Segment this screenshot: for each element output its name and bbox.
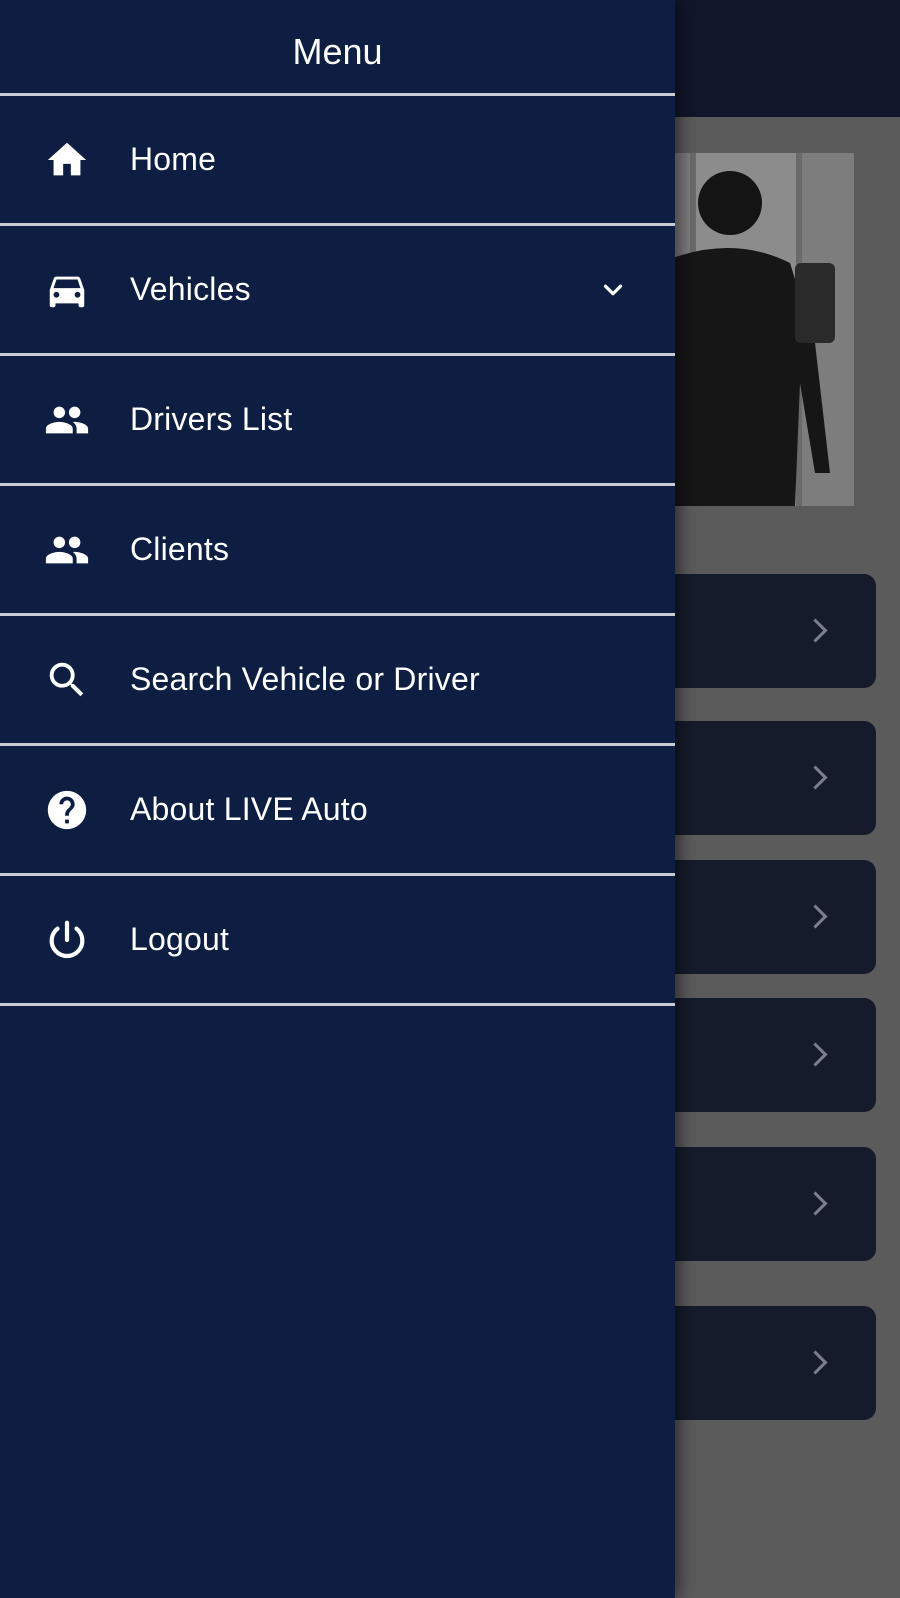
help-circle-icon (44, 787, 90, 833)
chevron-right-icon (803, 1350, 828, 1375)
home-icon (44, 137, 90, 183)
menu-item-label: About LIVE Auto (130, 791, 368, 827)
people-icon (44, 527, 90, 573)
screen: Menu Home Vehicles Drivers List Clients … (0, 0, 900, 1598)
menu-list: Home Vehicles Drivers List Clients Searc… (0, 96, 675, 1006)
menu-item-label: Drivers List (130, 401, 293, 437)
menu-item-label: Search Vehicle or Driver (130, 661, 480, 697)
search-icon (44, 657, 90, 703)
menu-item-search[interactable]: Search Vehicle or Driver (0, 616, 675, 746)
power-icon (44, 917, 90, 963)
menu-item-vehicles[interactable]: Vehicles (0, 226, 675, 356)
menu-item-label: Logout (130, 921, 230, 957)
navigation-drawer: Menu Home Vehicles Drivers List Clients … (0, 0, 675, 1598)
chevron-right-icon (803, 765, 828, 790)
people-icon (44, 397, 90, 443)
menu-item-about[interactable]: About LIVE Auto (0, 746, 675, 876)
chevron-right-icon (803, 618, 828, 643)
chevron-down-icon[interactable] (595, 272, 631, 308)
menu-item-label: Home (130, 141, 217, 177)
menu-item-clients[interactable]: Clients (0, 486, 675, 616)
menu-item-label: Clients (130, 531, 230, 567)
menu-item-home[interactable]: Home (0, 96, 675, 226)
drawer-title: Menu (0, 0, 675, 96)
menu-item-logout[interactable]: Logout (0, 876, 675, 1006)
chevron-right-icon (803, 1042, 828, 1067)
car-icon (44, 267, 90, 313)
menu-item-label: Vehicles (130, 271, 251, 307)
menu-item-drivers-list[interactable]: Drivers List (0, 356, 675, 486)
chevron-right-icon (803, 1191, 828, 1216)
chevron-right-icon (803, 904, 828, 929)
